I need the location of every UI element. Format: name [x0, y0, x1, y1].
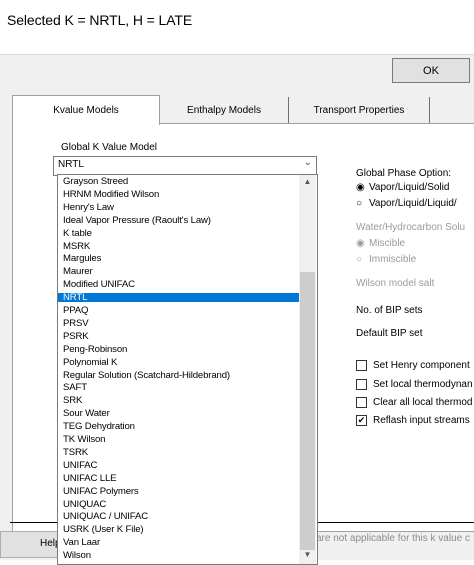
radio-unchecked-icon: ○	[356, 254, 363, 265]
bip-sets-label: No. of BIP sets	[356, 305, 423, 316]
listbox-scrollbar[interactable]: ▲ ▼	[299, 175, 316, 564]
listbox-option[interactable]: TEG Dehydration	[58, 422, 302, 432]
listbox-option[interactable]: Peng-Robinson	[58, 344, 302, 354]
checkbox-box[interactable]	[356, 379, 367, 390]
listbox-option[interactable]: Margules	[58, 254, 302, 264]
listbox-option[interactable]: Henry's Law	[58, 202, 302, 212]
listbox-option[interactable]: PRSV	[58, 319, 302, 329]
checkbox-set-henry[interactable]: Set Henry component	[356, 360, 470, 371]
checkbox-label: Set local thermodynan	[373, 379, 473, 390]
listbox-option[interactable]: PPAQ	[58, 306, 302, 316]
listbox-option[interactable]: TK Wilson	[58, 435, 302, 445]
global-kvalue-label: Global K Value Model	[61, 142, 157, 153]
radio-vapor-liquid-solid[interactable]: ◉ Vapor/Liquid/Solid	[356, 182, 449, 193]
tab-kvalue-models[interactable]: Kvalue Models	[12, 95, 160, 125]
checkbox-label: Clear all local thermod	[373, 397, 473, 408]
help-button[interactable]: Help	[0, 531, 61, 558]
listbox-option[interactable]: UNIFAC Polymers	[58, 486, 302, 496]
listbox-option[interactable]: TSRK	[58, 448, 302, 458]
listbox-option[interactable]: K table	[58, 228, 302, 238]
global-phase-label: Global Phase Option:	[356, 168, 452, 179]
radio-label: Immiscible	[369, 254, 417, 265]
listbox-option[interactable]: SAFT	[58, 383, 302, 393]
radio-vapor-liquid-liquid[interactable]: ○ Vapor/Liquid/Liquid/	[356, 198, 457, 209]
tab-enthalpy-models[interactable]: Enthalpy Models	[160, 97, 289, 123]
listbox-option[interactable]: USRK (User K File)	[58, 525, 302, 535]
radio-label: Vapor/Liquid/Liquid/	[369, 198, 457, 209]
listbox-option[interactable]: Sour Water	[58, 409, 302, 419]
listbox-option[interactable]: PSRK	[58, 331, 302, 341]
checkbox-clear-local-thermo[interactable]: Clear all local thermod	[356, 397, 473, 408]
listbox-option[interactable]: MSRK	[58, 241, 302, 251]
listbox-option[interactable]: Maurer	[58, 267, 302, 277]
scroll-up-arrow-icon[interactable]: ▲	[299, 177, 316, 191]
listbox-option[interactable]: UNIQUAC / UNIFAC	[58, 512, 302, 522]
scroll-thumb[interactable]	[300, 272, 315, 550]
wilson-model-salt-label: Wilson model salt	[356, 278, 435, 289]
listbox-option[interactable]: UNIQUAC	[58, 499, 302, 509]
checkbox-box[interactable]	[356, 397, 367, 408]
listbox-option[interactable]: Wilson	[58, 551, 302, 561]
window-caption: Selected K = NRTL, H = LATE	[7, 12, 193, 28]
listbox-option[interactable]: Van Laar	[58, 538, 302, 548]
radio-checked-icon: ◉	[356, 182, 365, 193]
checkbox-box[interactable]	[356, 360, 367, 371]
default-bip-label: Default BIP set	[356, 328, 423, 339]
ok-button[interactable]: OK	[392, 58, 470, 83]
listbox-option[interactable]: HRNM Modified Wilson	[58, 190, 302, 200]
listbox-option[interactable]: SRK	[58, 396, 302, 406]
kvalue-model-listbox[interactable]: Grayson Streed HRNM Modified Wilson Henry'…	[57, 174, 318, 565]
radio-immiscible[interactable]: ○ Immiscible	[356, 254, 416, 265]
listbox-option[interactable]: Grayson Streed	[58, 177, 302, 187]
radio-label: Vapor/Liquid/Solid	[369, 182, 450, 193]
radio-checked-icon: ◉	[356, 238, 365, 249]
listbox-option[interactable]: Regular Solution (Scatchard-Hildebrand)	[58, 370, 302, 380]
footnote-text: are not applicable for this k value c	[316, 533, 470, 544]
listbox-option[interactable]: Polynomial K	[58, 357, 302, 367]
radio-miscible[interactable]: ◉ Miscible	[356, 238, 405, 249]
kvalue-select-value: NRTL	[58, 159, 84, 170]
checkbox-reflash-input[interactable]: ✔ Reflash input streams	[356, 415, 470, 426]
checkbox-label: Reflash input streams	[373, 415, 470, 426]
listbox-option[interactable]: NRTL	[58, 293, 302, 302]
scroll-down-arrow-icon[interactable]: ▼	[299, 550, 316, 564]
checkbox-label: Set Henry component	[373, 360, 470, 371]
radio-unchecked-icon: ○	[356, 198, 363, 209]
listbox-option[interactable]: Modified UNIFAC	[58, 280, 302, 290]
checkbox-set-local-thermo[interactable]: Set local thermodynan	[356, 379, 473, 390]
check-mark-icon: ✔	[357, 415, 366, 425]
tab-transport-properties[interactable]: Transport Properties	[289, 97, 430, 123]
listbox-option[interactable]: Ideal Vapor Pressure (Raoult's Law)	[58, 215, 302, 225]
chevron-down-icon[interactable]: ⌄	[304, 157, 312, 168]
kvalue-model-select[interactable]: NRTL ⌄	[53, 156, 317, 176]
listbox-option[interactable]: UNIFAC LLE	[58, 473, 302, 483]
water-hydrocarbon-label: Water/Hydrocarbon Solu	[356, 222, 466, 233]
listbox-option[interactable]: UNIFAC	[58, 460, 302, 470]
checkbox-box[interactable]: ✔	[356, 415, 367, 426]
radio-label: Miscible	[369, 238, 406, 249]
